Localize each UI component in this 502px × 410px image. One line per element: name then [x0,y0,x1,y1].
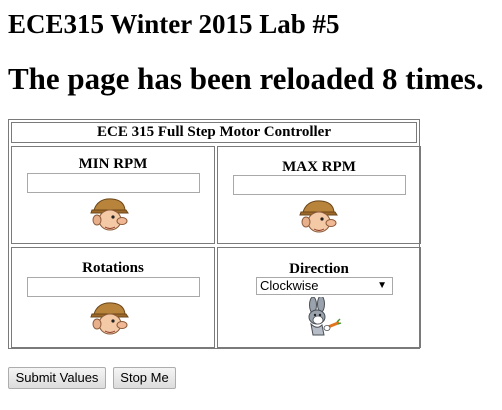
page-title: ECE315 Winter 2015 Lab #5 [8,9,340,39]
direction-label: Direction [289,261,349,277]
direction-cell: Direction Clockwise ▼ [217,247,421,348]
page: ECE315 Winter 2015 Lab #5 The page has b… [0,0,502,410]
rotations-label: Rotations [82,260,144,276]
elmer-fudd-icon [90,198,129,231]
min-rpm-cell: MIN RPM [11,146,215,244]
reload-counter-heading: The page has been reloaded 8 times. [8,61,484,96]
max-rpm-label: MAX RPM [282,159,356,175]
dropdown-arrow-icon: ▼ [377,280,387,291]
min-rpm-label: MIN RPM [78,156,148,172]
motor-controller-table: ECE 315 Full Step Motor Controller MIN R… [8,119,421,349]
rotations-input[interactable] [27,277,200,297]
submit-values-button[interactable]: Submit Values [8,367,106,389]
max-rpm-cell: MAX RPM [217,146,421,244]
stop-me-button[interactable]: Stop Me [113,367,176,389]
elmer-fudd-icon [299,200,338,233]
controller-caption: ECE 315 Full Step Motor Controller [11,122,417,143]
rotations-cell: Rotations [11,247,215,348]
elmer-fudd-icon [90,302,129,335]
direction-selected-value: Clockwise [260,278,319,293]
bugs-bunny-icon [308,297,342,336]
min-rpm-input[interactable] [27,173,200,193]
max-rpm-input[interactable] [233,175,406,195]
direction-select[interactable]: Clockwise ▼ [256,277,393,295]
